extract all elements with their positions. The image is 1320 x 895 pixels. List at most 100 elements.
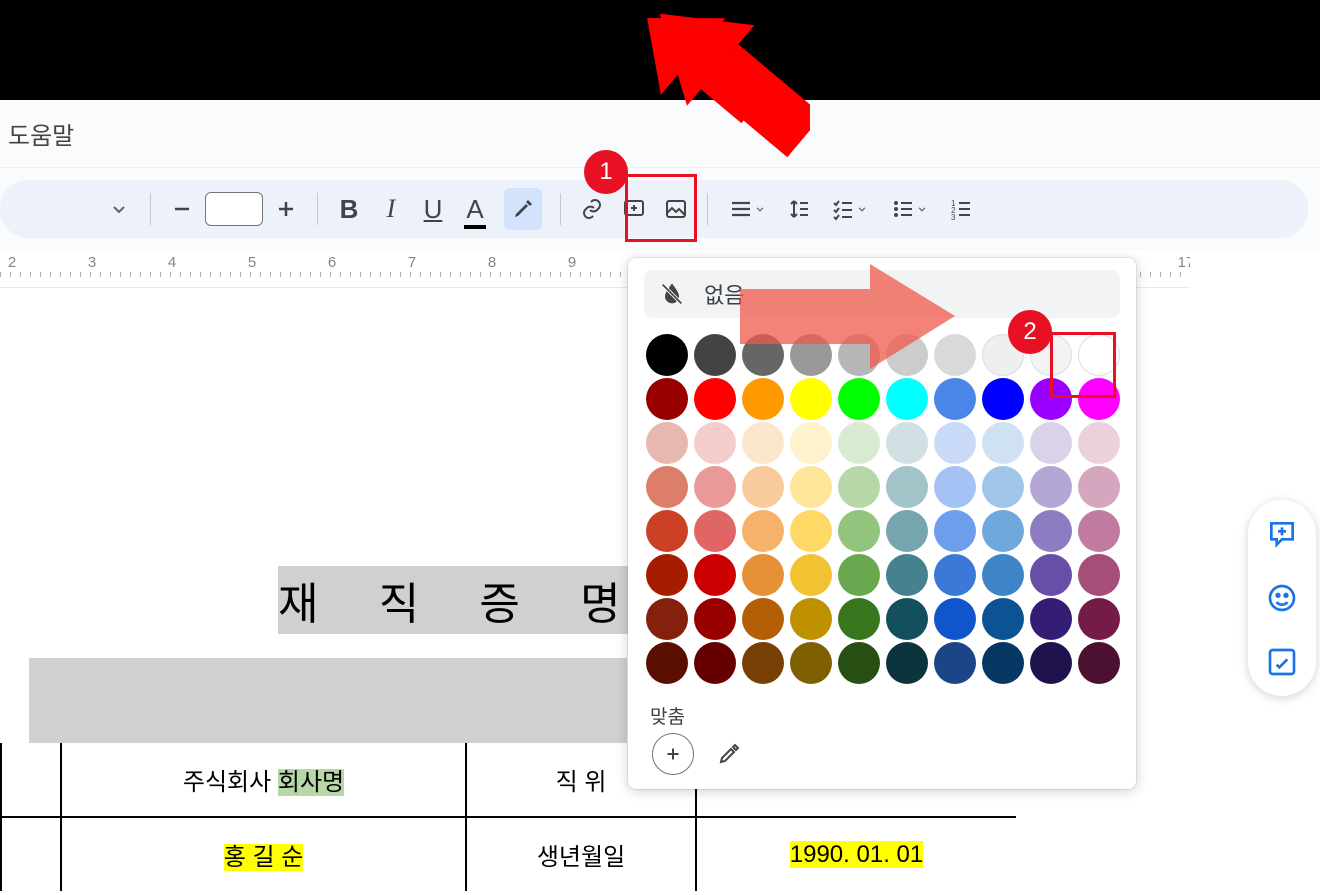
color-swatch[interactable]	[742, 510, 784, 552]
color-swatch[interactable]	[646, 466, 688, 508]
color-swatch[interactable]	[742, 598, 784, 640]
color-swatch[interactable]	[838, 598, 880, 640]
color-swatch[interactable]	[1078, 642, 1120, 684]
color-swatch[interactable]	[790, 510, 832, 552]
color-swatch[interactable]	[886, 378, 928, 420]
line-spacing-icon	[787, 197, 811, 221]
color-swatch[interactable]	[838, 378, 880, 420]
decrease-font-button[interactable]	[163, 188, 201, 230]
color-swatch[interactable]	[1078, 466, 1120, 508]
color-swatch[interactable]	[694, 510, 736, 552]
color-swatch[interactable]	[646, 554, 688, 596]
color-swatch[interactable]	[790, 466, 832, 508]
color-swatch[interactable]	[646, 334, 688, 376]
color-swatch[interactable]	[934, 598, 976, 640]
color-swatch[interactable]	[790, 378, 832, 420]
color-swatch[interactable]	[1030, 466, 1072, 508]
color-swatch[interactable]	[790, 642, 832, 684]
color-swatch[interactable]	[790, 422, 832, 464]
color-swatch[interactable]	[982, 642, 1024, 684]
color-swatch[interactable]	[646, 642, 688, 684]
bulleted-list-button[interactable]	[882, 188, 938, 230]
color-swatch[interactable]	[886, 510, 928, 552]
color-swatch[interactable]	[790, 598, 832, 640]
color-swatch[interactable]	[982, 378, 1024, 420]
bold-button[interactable]: B	[330, 188, 368, 230]
add-custom-color-button[interactable]	[652, 733, 694, 775]
eyedropper-button[interactable]	[710, 733, 748, 775]
color-swatch[interactable]	[646, 510, 688, 552]
color-swatch[interactable]	[838, 642, 880, 684]
color-swatch[interactable]	[1030, 642, 1072, 684]
side-panel	[1248, 500, 1316, 696]
color-swatch[interactable]	[694, 554, 736, 596]
side-emoji-button[interactable]	[1262, 578, 1302, 618]
annotation-box-1	[625, 174, 697, 242]
color-swatch[interactable]	[646, 598, 688, 640]
checklist-button[interactable]	[822, 188, 878, 230]
underline-button[interactable]: U	[414, 188, 452, 230]
color-swatch[interactable]	[1078, 598, 1120, 640]
font-size-input[interactable]	[205, 192, 263, 226]
color-swatch[interactable]	[838, 422, 880, 464]
color-swatch[interactable]	[886, 466, 928, 508]
color-swatch[interactable]	[1030, 598, 1072, 640]
color-swatch[interactable]	[694, 642, 736, 684]
color-swatch[interactable]	[886, 598, 928, 640]
color-swatch[interactable]	[1078, 510, 1120, 552]
color-swatch[interactable]	[838, 510, 880, 552]
color-swatch[interactable]	[1078, 554, 1120, 596]
color-swatch[interactable]	[934, 642, 976, 684]
insert-link-button[interactable]	[573, 188, 611, 230]
italic-button[interactable]: I	[372, 188, 410, 230]
align-button[interactable]	[720, 188, 776, 230]
chevron-down-icon	[855, 197, 869, 221]
checklist-icon	[831, 197, 855, 221]
color-swatch[interactable]	[838, 466, 880, 508]
color-swatch[interactable]	[742, 466, 784, 508]
side-add-comment-button[interactable]	[1262, 514, 1302, 554]
color-swatch[interactable]	[694, 598, 736, 640]
color-swatch[interactable]	[982, 510, 1024, 552]
color-swatch[interactable]	[982, 554, 1024, 596]
menu-help[interactable]: 도움말	[8, 116, 74, 151]
color-swatch[interactable]	[886, 422, 928, 464]
color-swatch[interactable]	[1030, 422, 1072, 464]
ruler-number: 4	[168, 254, 176, 271]
color-swatch[interactable]	[742, 554, 784, 596]
color-swatch[interactable]	[886, 642, 928, 684]
color-swatch[interactable]	[1030, 510, 1072, 552]
color-swatch[interactable]	[1078, 422, 1120, 464]
svg-text:3: 3	[951, 213, 956, 221]
highlight-color-button[interactable]	[504, 188, 542, 230]
color-swatch[interactable]	[982, 422, 1024, 464]
color-swatch[interactable]	[742, 642, 784, 684]
color-swatch[interactable]	[742, 378, 784, 420]
color-swatch[interactable]	[886, 554, 928, 596]
color-swatch[interactable]	[646, 378, 688, 420]
color-swatch[interactable]	[742, 422, 784, 464]
color-swatch[interactable]	[694, 422, 736, 464]
color-swatch[interactable]	[982, 466, 1024, 508]
text-color-button[interactable]: A	[456, 188, 494, 230]
color-swatch[interactable]	[1030, 554, 1072, 596]
color-swatch[interactable]	[982, 598, 1024, 640]
increase-font-button[interactable]	[267, 188, 305, 230]
chevron-down-icon	[915, 197, 929, 221]
table-row: 홍 길 순 생년월일 1990. 01. 01	[1, 817, 1016, 891]
color-swatch[interactable]	[790, 554, 832, 596]
chevron-down-icon	[753, 197, 767, 221]
color-swatch[interactable]	[934, 422, 976, 464]
color-swatch[interactable]	[646, 422, 688, 464]
color-swatch[interactable]	[838, 554, 880, 596]
side-suggest-button[interactable]	[1262, 642, 1302, 682]
color-swatch[interactable]	[934, 510, 976, 552]
font-dropdown[interactable]	[100, 188, 138, 230]
color-swatch[interactable]	[694, 466, 736, 508]
color-swatch[interactable]	[934, 554, 976, 596]
line-spacing-button[interactable]	[780, 188, 818, 230]
color-swatch[interactable]	[934, 466, 976, 508]
color-swatch[interactable]	[694, 378, 736, 420]
color-swatch[interactable]	[934, 378, 976, 420]
numbered-list-button[interactable]: 123	[942, 188, 980, 230]
